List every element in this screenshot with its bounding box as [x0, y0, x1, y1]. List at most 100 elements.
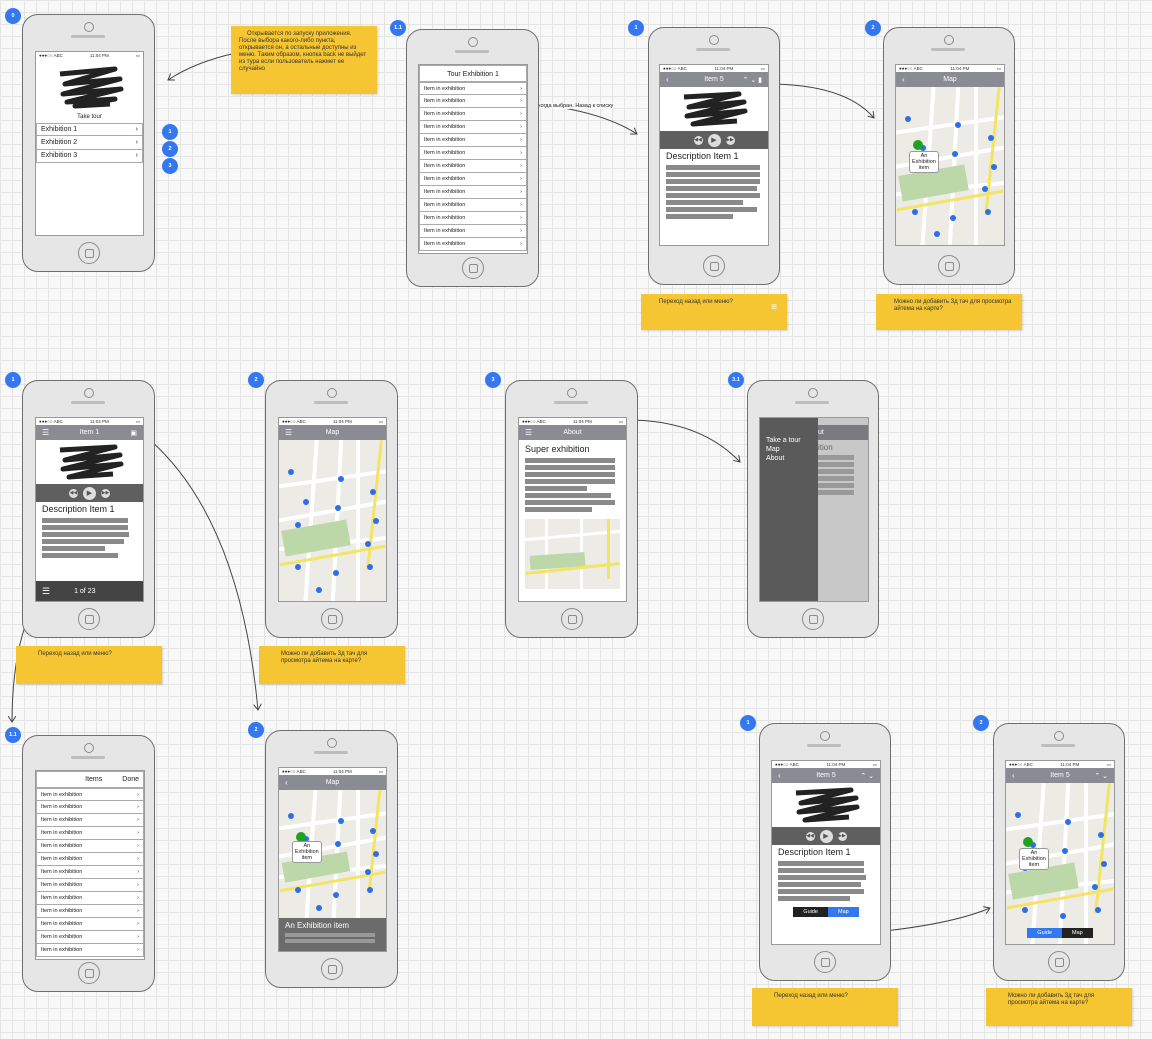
back-icon[interactable]: ‹: [1012, 771, 1015, 780]
selected-pin-icon[interactable]: [1023, 836, 1034, 847]
forward-icon[interactable]: ▶▶: [837, 831, 847, 841]
list-item[interactable]: Item in exhibition ›: [36, 931, 144, 944]
back-icon[interactable]: ‹: [666, 75, 669, 84]
list-item[interactable]: Item in exhibition ›: [419, 212, 527, 225]
list-item[interactable]: Item in exhibition ›: [419, 173, 527, 186]
list-item[interactable]: Item in exhibition ›: [36, 905, 144, 918]
map-pin-icon[interactable]: [295, 563, 302, 570]
map-pin-icon[interactable]: [366, 887, 373, 894]
map-pin-icon[interactable]: [933, 231, 940, 237]
map-pin-icon[interactable]: [332, 570, 339, 577]
map-pin-icon[interactable]: [991, 163, 998, 170]
map-pin-icon[interactable]: [950, 215, 956, 221]
guide-segment[interactable]: Guide: [793, 907, 828, 917]
home-button[interactable]: [77, 242, 100, 264]
map-pin-icon[interactable]: [316, 586, 323, 593]
map-view[interactable]: An Exhibition item Guide Map: [1006, 783, 1114, 944]
list-item[interactable]: Item in exhibition ›: [419, 121, 527, 134]
list-icon[interactable]: ☰: [42, 586, 50, 597]
nav-arrows-icon[interactable]: ⌃ ⌄: [1094, 772, 1108, 780]
list-item[interactable]: Item in exhibition ›: [419, 199, 527, 212]
list-item[interactable]: Item in exhibition ›: [419, 238, 527, 251]
map-pin-icon[interactable]: [987, 135, 994, 141]
home-button[interactable]: [814, 951, 836, 973]
menu-item-about[interactable]: About: [766, 454, 812, 463]
list-item[interactable]: Item in exhibition ›: [36, 853, 144, 866]
map-pin-icon[interactable]: [332, 892, 339, 899]
list-item[interactable]: Item in exhibition ›: [419, 186, 527, 199]
list-item[interactable]: Item in exhibition ›: [36, 801, 144, 814]
list-item[interactable]: Item in exhibition ›: [36, 944, 144, 957]
list-item[interactable]: Item in exhibition ›: [419, 108, 527, 121]
map-pin-icon[interactable]: [334, 841, 341, 848]
map-pin-icon[interactable]: [295, 887, 302, 894]
done-button[interactable]: Done: [122, 776, 139, 783]
map-view[interactable]: [279, 440, 386, 601]
pin-callout[interactable]: An Exhibition item: [291, 841, 322, 864]
rewind-icon[interactable]: ◀◀: [805, 831, 815, 841]
map-pin-icon[interactable]: [295, 521, 302, 528]
map-segment[interactable]: Map: [1061, 928, 1093, 938]
map-pin-icon[interactable]: [912, 208, 919, 215]
list-item[interactable]: Item in exhibition ›: [36, 788, 144, 801]
home-button[interactable]: [938, 255, 960, 277]
map-pin-icon[interactable]: [1022, 906, 1029, 913]
rewind-icon[interactable]: ◀◀: [693, 135, 703, 145]
list-item[interactable]: Item in exhibition ›: [36, 814, 144, 827]
play-icon[interactable]: ▶: [707, 133, 721, 147]
map-pin-icon[interactable]: [984, 208, 991, 215]
nav-arrows-icon[interactable]: ⌃ ⌄: [860, 772, 874, 780]
map-pin-icon[interactable]: [373, 518, 380, 525]
home-button[interactable]: [461, 257, 484, 279]
list-item[interactable]: Item in exhibition ›: [419, 95, 527, 108]
guide-segment[interactable]: Guide: [1027, 928, 1062, 938]
map-pin-icon[interactable]: [1101, 861, 1108, 868]
map-segment[interactable]: Map: [827, 907, 859, 917]
list-item[interactable]: Item in exhibition ›: [36, 827, 144, 840]
home-button[interactable]: [320, 958, 343, 980]
list-item[interactable]: Item in exhibition ›: [419, 82, 527, 95]
list-item[interactable]: Item in exhibition ›: [36, 918, 144, 931]
map-pin-icon[interactable]: [287, 469, 294, 476]
map-pin-icon[interactable]: [366, 563, 373, 570]
list-item[interactable]: Item in exhibition ›: [36, 892, 144, 905]
list-item[interactable]: Item in exhibition ›: [419, 147, 527, 160]
list-item[interactable]: Item in exhibition ›: [419, 134, 527, 147]
play-icon[interactable]: ▶: [819, 829, 833, 843]
list-item[interactable]: Item in exhibition ›: [419, 225, 527, 238]
map-pin-icon[interactable]: [337, 818, 344, 825]
home-button[interactable]: [320, 608, 343, 630]
forward-icon[interactable]: ▶▶: [101, 488, 110, 498]
home-button[interactable]: [802, 608, 824, 630]
home-button[interactable]: [703, 255, 725, 277]
detail-panel[interactable]: An Exhibition item: [279, 918, 386, 951]
list-item[interactable]: Item in exhibition ›: [36, 866, 144, 879]
map-view[interactable]: An Exhibition item: [279, 790, 386, 918]
list-item[interactable]: Exhibition 3 ›: [36, 149, 143, 163]
map-view[interactable]: An Exhibition item: [896, 87, 1004, 245]
hamburger-icon[interactable]: ☰: [42, 428, 49, 437]
pin-callout[interactable]: An Exhibition item: [1018, 848, 1049, 871]
list-item[interactable]: Exhibition 1 ›: [36, 123, 143, 137]
hamburger-icon[interactable]: ☰: [285, 428, 292, 437]
menu-item-map[interactable]: Map: [766, 445, 812, 454]
map-pin-icon[interactable]: [1014, 812, 1021, 819]
forward-icon[interactable]: ▶▶: [725, 135, 735, 145]
rewind-icon[interactable]: ◀◀: [69, 488, 78, 498]
back-icon[interactable]: ‹: [902, 75, 905, 84]
menu-item-take-tour[interactable]: Take a tour: [766, 436, 812, 445]
map-pin-icon[interactable]: [1097, 831, 1104, 838]
play-icon[interactable]: ▶: [83, 486, 96, 500]
map-pin-icon[interactable]: [1094, 906, 1101, 913]
map-pin-icon[interactable]: [287, 813, 294, 820]
back-icon[interactable]: ‹: [778, 771, 781, 780]
map-pin-icon[interactable]: [337, 475, 344, 482]
map-pin-icon[interactable]: [1065, 818, 1072, 825]
map-pin-icon[interactable]: [1060, 913, 1066, 920]
map-thumbnail[interactable]: [525, 519, 620, 589]
map-pin-icon[interactable]: [955, 122, 962, 129]
take-tour-label[interactable]: Take tour: [36, 114, 143, 120]
map-pin-icon[interactable]: [364, 541, 371, 548]
pin-callout[interactable]: An Exhibition item: [908, 151, 939, 173]
back-icon[interactable]: ‹: [285, 778, 288, 787]
